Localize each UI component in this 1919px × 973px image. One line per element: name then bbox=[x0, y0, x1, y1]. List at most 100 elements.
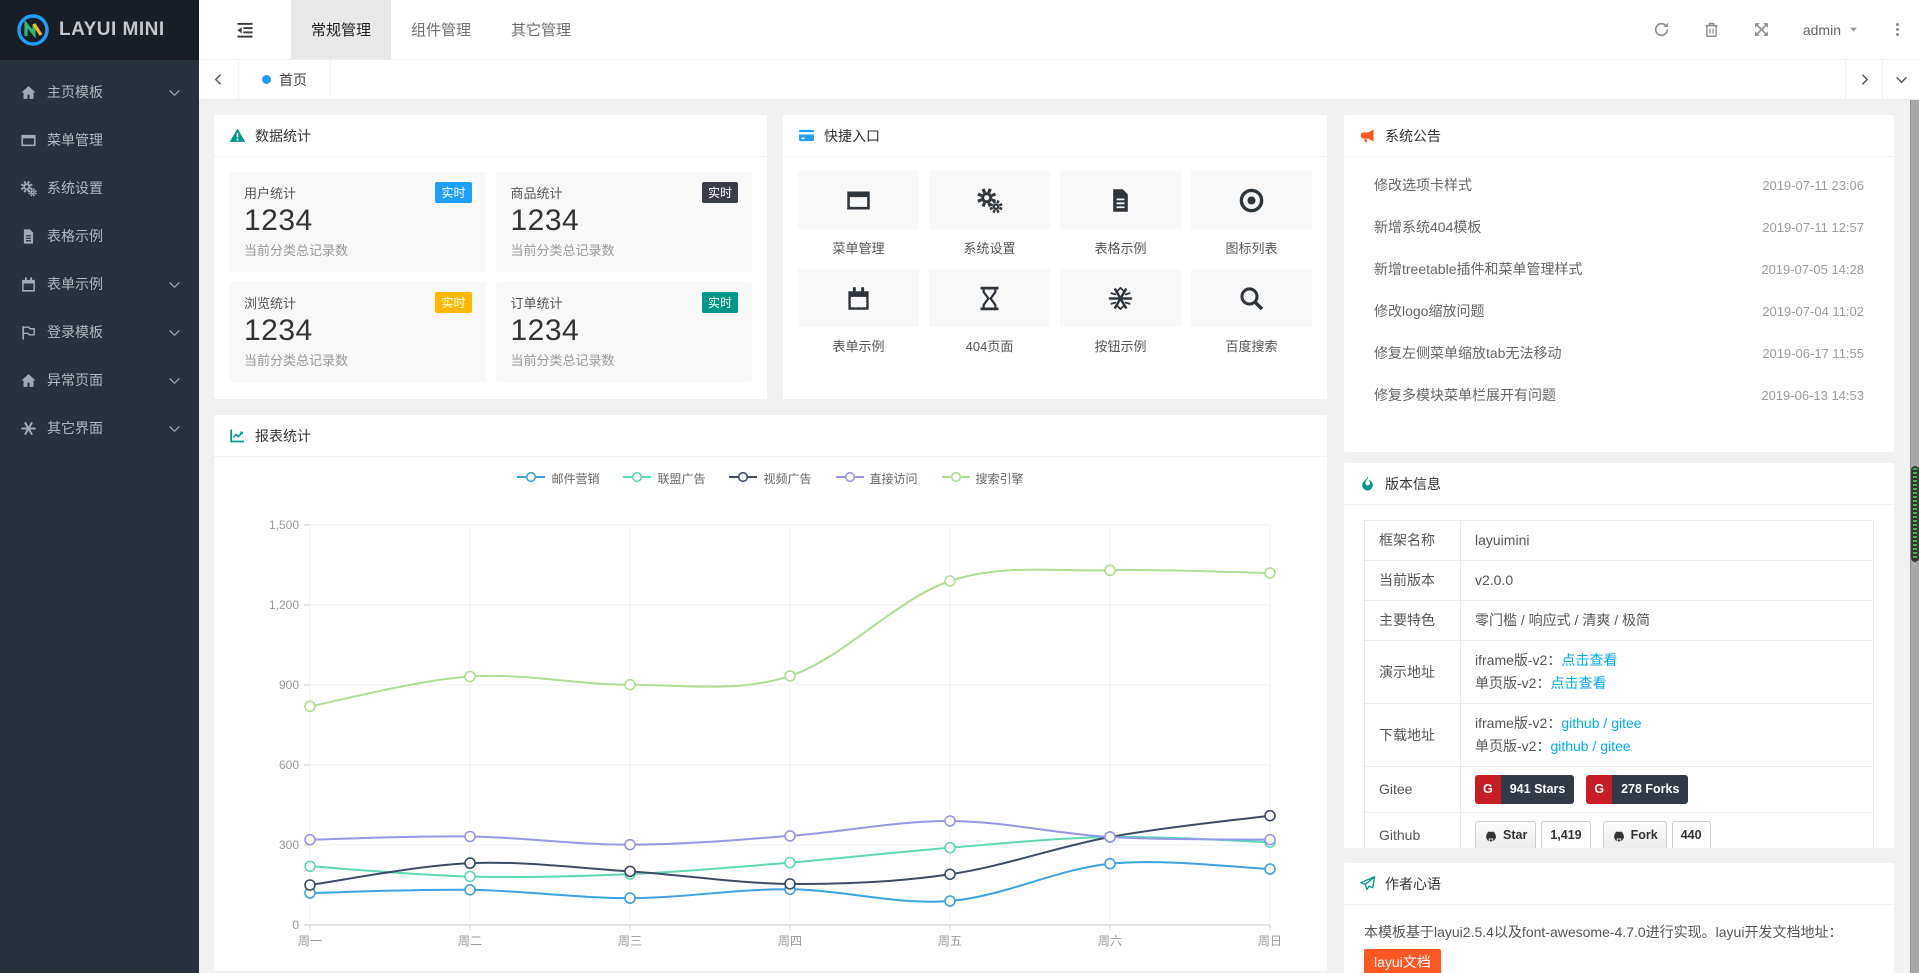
gitee-badge[interactable]: G941 Stars bbox=[1475, 775, 1574, 804]
module-tab-2[interactable]: 组件管理 bbox=[391, 0, 491, 59]
legend-item[interactable]: 邮件营销 bbox=[517, 470, 599, 487]
github-widget: Star1,419 bbox=[1475, 821, 1591, 848]
sidebar-item-label: 其它界面 bbox=[47, 418, 103, 438]
quick-entry[interactable]: 菜单管理 bbox=[798, 171, 919, 257]
chevron-down-icon bbox=[168, 278, 181, 291]
sidebar-item-8[interactable]: 其它界面 bbox=[0, 404, 199, 452]
svg-text:1,500: 1,500 bbox=[269, 518, 299, 532]
tabs-scroll-left-button[interactable] bbox=[199, 60, 239, 99]
panel-announce: 系统公告 修改选项卡样式2019-07-11 23:06新增系统404模板201… bbox=[1344, 115, 1894, 452]
version-link[interactable]: github bbox=[1561, 715, 1599, 731]
legend-item[interactable]: 视频广告 bbox=[729, 470, 811, 487]
panel-title: 快捷入口 bbox=[824, 126, 880, 146]
github-star-button[interactable]: Star bbox=[1475, 821, 1536, 848]
version-link[interactable]: gitee bbox=[1611, 715, 1641, 731]
sidebar-item-3[interactable]: 系统设置 bbox=[0, 164, 199, 212]
chevron-down-icon bbox=[1895, 73, 1908, 86]
stat-card-caption: 当前分类总记录数 bbox=[511, 240, 738, 259]
link-separator: / bbox=[1589, 738, 1601, 754]
clear-cache-button[interactable] bbox=[1687, 0, 1737, 59]
quick-entry[interactable]: 系统设置 bbox=[929, 171, 1050, 257]
version-link[interactable]: 点击查看 bbox=[1561, 652, 1617, 668]
quick-entry-box bbox=[929, 269, 1050, 327]
quick-entry[interactable]: 百度搜索 bbox=[1191, 269, 1312, 355]
quick-entry[interactable]: 404页面 bbox=[929, 269, 1050, 355]
legend-item[interactable]: 搜索引擎 bbox=[942, 470, 1024, 487]
quick-entry-label: 404页面 bbox=[929, 336, 1050, 355]
panel-author-header: 作者心语 bbox=[1344, 863, 1894, 905]
svg-text:周四: 周四 bbox=[778, 934, 802, 948]
brand[interactable]: LAYUI MINI bbox=[0, 0, 199, 60]
sidebar-item-5[interactable]: 表单示例 bbox=[0, 260, 199, 308]
caret-down-icon bbox=[1848, 24, 1859, 35]
gitee-badge[interactable]: G278 Forks bbox=[1586, 775, 1688, 804]
version-link[interactable]: 点击查看 bbox=[1550, 675, 1606, 691]
github-count[interactable]: 440 bbox=[1672, 821, 1711, 848]
version-row-value: iframe版-v2：点击查看单页版-v2：点击查看 bbox=[1461, 641, 1874, 704]
sidebar-item-4[interactable]: 表格示例 bbox=[0, 212, 199, 260]
stat-card: 订单统计实时1234当前分类总记录数 bbox=[496, 282, 753, 382]
refresh-button[interactable] bbox=[1637, 0, 1687, 59]
announcement-text: 修复左侧菜单缩放tab无法移动 bbox=[1374, 343, 1561, 363]
announcement-date: 2019-07-04 11:02 bbox=[1762, 304, 1864, 319]
github-count[interactable]: 1,419 bbox=[1541, 821, 1590, 848]
gears-icon bbox=[976, 187, 1003, 214]
credit-card-icon bbox=[798, 127, 815, 144]
chevron-down-icon bbox=[168, 326, 181, 339]
panel-version-header: 版本信息 bbox=[1344, 463, 1894, 505]
stat-card: 商品统计实时1234当前分类总记录数 bbox=[496, 172, 753, 272]
legend-marker-icon bbox=[942, 471, 970, 486]
scrollbar-thumb[interactable] bbox=[1911, 466, 1919, 562]
header-actions: admin bbox=[1637, 0, 1919, 59]
panel-report-header: 报表统计 bbox=[214, 415, 1327, 457]
layui-doc-button[interactable]: layui文档 bbox=[1364, 949, 1441, 973]
sidebar-item-6[interactable]: 登录模板 bbox=[0, 308, 199, 356]
panel-title: 报表统计 bbox=[255, 426, 311, 446]
sidebar-item-2[interactable]: 菜单管理 bbox=[0, 116, 199, 164]
tab-home-label: 首页 bbox=[279, 70, 307, 90]
app: LAYUI MINI 主页模板菜单管理系统设置表格示例表单示例登录模板异常页面其… bbox=[0, 0, 1919, 973]
quick-entry[interactable]: 按钮示例 bbox=[1060, 269, 1181, 355]
search-icon bbox=[1238, 285, 1265, 312]
sidebar-item-1[interactable]: 主页模板 bbox=[0, 68, 199, 116]
legend-item[interactable]: 直接访问 bbox=[836, 470, 918, 487]
legend-marker-icon bbox=[729, 471, 757, 486]
legend-item[interactable]: 联盟广告 bbox=[623, 470, 705, 487]
home-icon bbox=[20, 84, 37, 101]
quick-entry[interactable]: 图标列表 bbox=[1191, 171, 1312, 257]
legend-label: 联盟广告 bbox=[657, 470, 705, 487]
tabbar: 首页 bbox=[199, 60, 1919, 100]
quick-entry[interactable]: 表单示例 bbox=[798, 269, 919, 355]
announcement-row: 修复左侧菜单缩放tab无法移动2019-06-17 11:55 bbox=[1344, 332, 1894, 374]
github-fork-button[interactable]: Fork bbox=[1603, 821, 1667, 848]
user-menu[interactable]: admin bbox=[1787, 0, 1875, 59]
module-tab-1[interactable]: 常规管理 bbox=[291, 0, 391, 59]
author-note: 本模板基于layui2.5.4以及font-awesome-4.7.0进行实现。… bbox=[1344, 905, 1894, 973]
announcement-row: 修改选项卡样式2019-07-11 23:06 bbox=[1344, 164, 1894, 206]
tabs-scroll-right-button[interactable] bbox=[1845, 60, 1882, 99]
version-row-label: 当前版本 bbox=[1365, 561, 1461, 601]
sidebar-item-7[interactable]: 异常页面 bbox=[0, 356, 199, 404]
more-menu-button[interactable] bbox=[1875, 0, 1919, 59]
module-tabs: 常规管理组件管理其它管理 bbox=[291, 0, 591, 59]
realtime-badge: 实时 bbox=[702, 292, 738, 313]
tabs-menu-button[interactable] bbox=[1882, 60, 1919, 99]
more-dots-icon bbox=[1890, 22, 1905, 37]
calendar-icon bbox=[845, 285, 872, 312]
sidebar-toggle-button[interactable] bbox=[199, 0, 291, 59]
stat-card-caption: 当前分类总记录数 bbox=[244, 240, 471, 259]
tab-home[interactable]: 首页 bbox=[239, 60, 331, 99]
quick-entry-label: 表单示例 bbox=[798, 336, 919, 355]
legend-marker-icon bbox=[517, 471, 545, 486]
fullscreen-button[interactable] bbox=[1737, 0, 1787, 59]
panel-title: 版本信息 bbox=[1385, 474, 1441, 494]
calendar-icon bbox=[20, 276, 37, 293]
quick-entry[interactable]: 表格示例 bbox=[1060, 171, 1181, 257]
quick-entry-box bbox=[1191, 171, 1312, 229]
sidebar-menu: 主页模板菜单管理系统设置表格示例表单示例登录模板异常页面其它界面 bbox=[0, 60, 199, 452]
version-link[interactable]: gitee bbox=[1600, 738, 1630, 754]
announcement-row: 新增treetable插件和菜单管理样式2019-07-05 14:28 bbox=[1344, 248, 1894, 290]
version-link[interactable]: github bbox=[1550, 738, 1588, 754]
legend-marker-icon bbox=[836, 471, 864, 486]
module-tab-3[interactable]: 其它管理 bbox=[491, 0, 591, 59]
